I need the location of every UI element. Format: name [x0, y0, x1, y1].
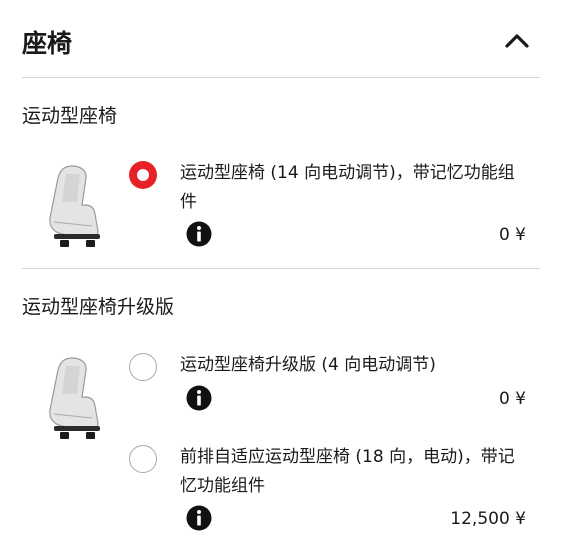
divider	[22, 268, 540, 269]
option-label: 运动型座椅升级版 (4 向电动调节)	[180, 355, 436, 375]
seats-section-header[interactable]: 座椅	[22, 0, 540, 78]
radio-sport-seat-upgrade-4way[interactable]	[129, 353, 157, 381]
radio-sport-seat-14way[interactable]	[129, 161, 157, 189]
info-icon[interactable]	[186, 221, 212, 247]
seat-image	[49, 357, 100, 439]
seat-image	[49, 165, 100, 247]
radio-adaptive-sport-seat-18way[interactable]	[129, 445, 157, 473]
section-title-sport-seats-upgrade: 运动型座椅升级版	[22, 296, 175, 318]
info-icon[interactable]	[186, 505, 212, 531]
section-title-sport-seats: 运动型座椅	[22, 105, 118, 127]
divider	[22, 77, 540, 78]
page-title: 座椅	[22, 29, 73, 58]
option-label: 运动型座椅 (14 向电动调节)，带记忆功能组件	[180, 163, 515, 212]
option-price: 0 ¥	[498, 389, 526, 409]
option-label: 前排自适应运动型座椅 (18 向，电动)，带记忆功能组件	[180, 447, 515, 496]
info-icon[interactable]	[186, 385, 212, 411]
option-price: 0 ¥	[498, 225, 526, 245]
chevron-up-icon[interactable]	[504, 30, 530, 50]
option-price: 12,500 ¥	[450, 509, 526, 529]
